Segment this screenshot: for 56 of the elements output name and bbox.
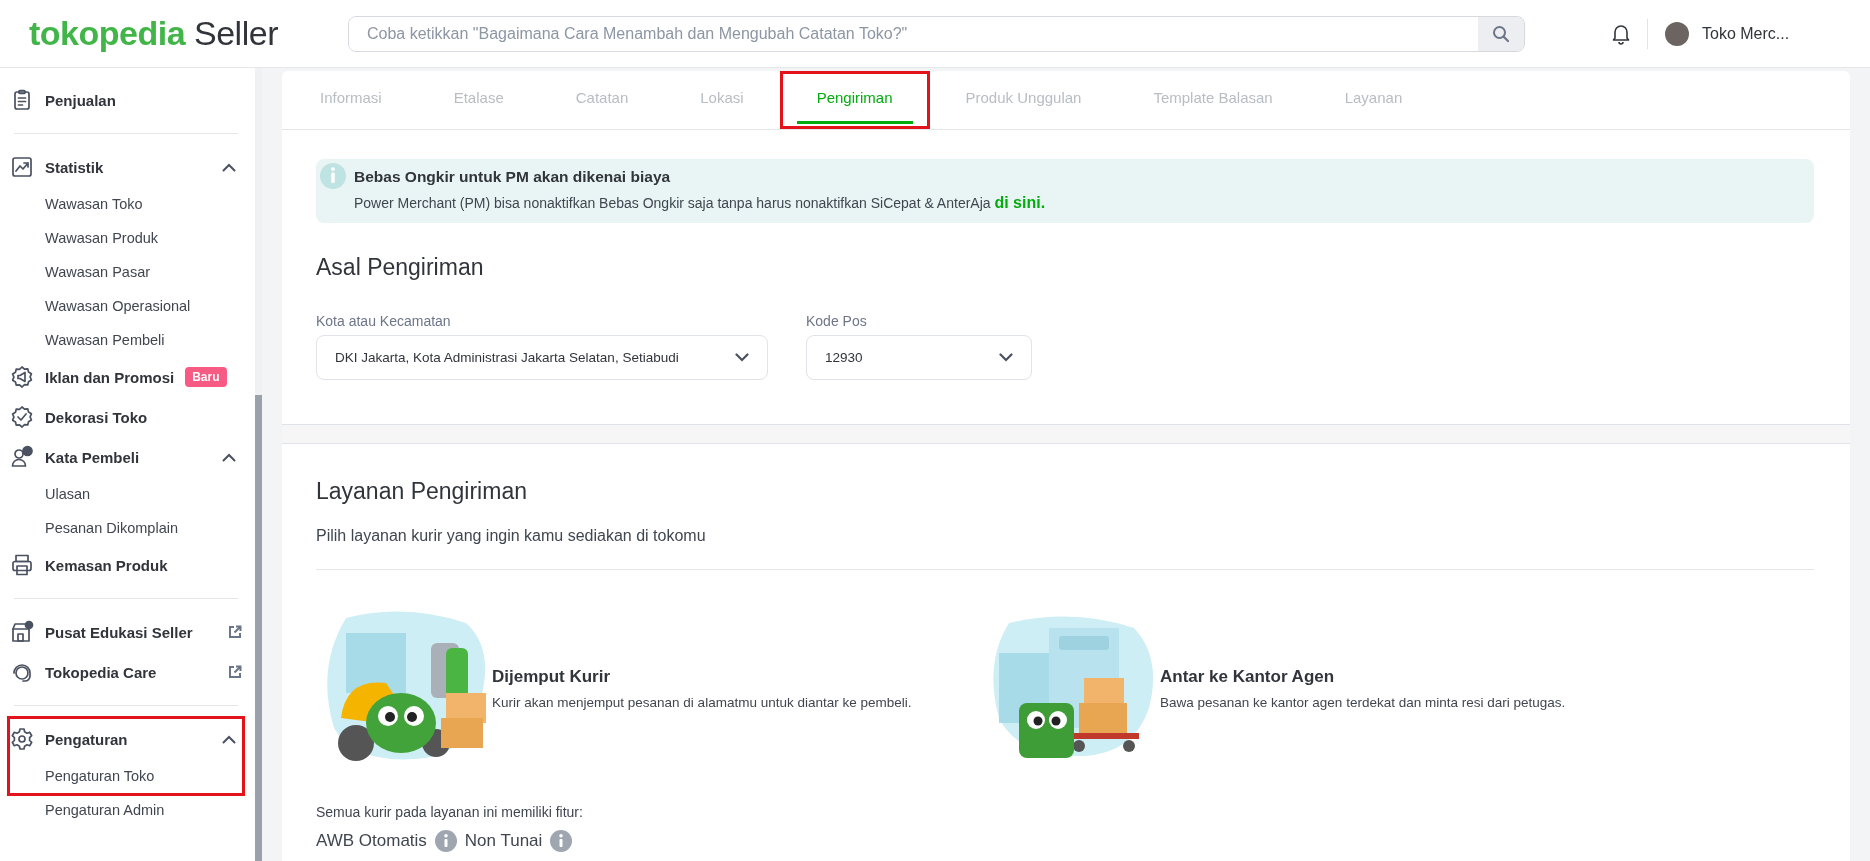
- service-title: Antar ke Kantor Agen: [1160, 666, 1336, 687]
- feature-label: Non Tunai: [464, 831, 543, 851]
- banner-title: Bebas Ongkir untuk PM akan dikenai biaya: [354, 168, 672, 186]
- megaphone-icon: [10, 365, 34, 389]
- sidebar-subitem[interactable]: Wawasan Pasar: [10, 255, 242, 289]
- sidebar-subitem[interactable]: Pengaturan Admin: [10, 793, 242, 827]
- sidebar-subitem[interactable]: Pesanan Dikomplain: [10, 511, 242, 545]
- shop-name[interactable]: Toko Merc...: [1702, 24, 1790, 43]
- sidebar-item[interactable]: Tokopedia Care: [10, 652, 242, 692]
- service-description: Bawa pesanan ke kantor agen terdekat dan minta resi dari petugas.: [1160, 694, 1566, 710]
- sidebar-subitem[interactable]: Pengaturan Toko: [10, 759, 242, 793]
- notification-bell-icon[interactable]: [1611, 22, 1631, 45]
- sidebar-item[interactable]: Pusat Edukasi Seller: [10, 612, 242, 652]
- search-button[interactable]: [1478, 16, 1524, 51]
- chat-icon: [10, 445, 34, 469]
- feature-label: AWB Otomatis: [316, 831, 427, 851]
- sidebar-subitem[interactable]: Wawasan Toko: [10, 187, 242, 221]
- sidebar-item[interactable]: Kata Pembeli: [10, 437, 242, 477]
- chevron-down-icon: [999, 353, 1013, 362]
- chart-icon: [10, 155, 34, 179]
- chevron-up-icon[interactable]: [222, 162, 236, 172]
- printer-icon: [10, 553, 34, 577]
- sidebar-subitem[interactable]: Wawasan Operasional: [10, 289, 242, 323]
- info-icon: [320, 163, 346, 189]
- badge-icon: [10, 405, 34, 429]
- search-icon: [1492, 24, 1510, 43]
- section-heading: Asal Pengiriman: [316, 254, 485, 281]
- chevron-down-icon: [735, 353, 749, 362]
- avatar[interactable]: [1665, 21, 1689, 46]
- sidebar-item[interactable]: Dekorasi Toko: [10, 397, 242, 437]
- sidebar-item[interactable]: Statistik: [10, 147, 242, 187]
- service-title: Dijemput Kurir: [492, 666, 612, 687]
- sidebar-item[interactable]: Pengaturan: [10, 719, 242, 759]
- scrollbar[interactable]: [255, 68, 262, 861]
- section-subtitle: Pilih layanan kurir yang ingin kamu sediakan di tokomu: [316, 527, 707, 545]
- features-intro: Semua kurir pada layanan ini memiliki fitur:: [316, 804, 584, 820]
- store-icon: [10, 620, 34, 644]
- gear-icon: [10, 727, 34, 751]
- new-badge: Baru: [185, 367, 227, 387]
- sidebar-item[interactable]: Kemasan Produk: [10, 545, 242, 585]
- chevron-up-icon[interactable]: [222, 734, 236, 744]
- logo[interactable]: tokopedia Seller: [0, 14, 348, 53]
- sidebar-item[interactable]: Iklan dan Promosi Baru: [10, 357, 242, 397]
- sidebar-subitem[interactable]: Wawasan Produk: [10, 221, 242, 255]
- field-label: Kode Pos: [806, 313, 868, 329]
- sidebar-subitem[interactable]: Ulasan: [10, 477, 242, 511]
- banner-text: Power Merchant (PM) bisa nonaktifkan Bebas Ongkir saja tanpa harus nonaktifkan SiCepat & AnterAja di sini.: [354, 194, 1047, 212]
- search-field[interactable]: Coba ketikkan "Bagaimana Cara Menambah dan Mengubah Catatan Toko?": [348, 15, 1525, 52]
- dropdown-field[interactable]: DKI Jakarta, Kota Administrasi Jakarta Selatan, Setiabudi: [316, 335, 768, 380]
- service-description: Kurir akan menjemput pesanan di alamatmu untuk diantar ke pembeli.: [492, 694, 912, 710]
- dropdown-field[interactable]: 12930: [806, 335, 1032, 380]
- section-heading: Layanan Pengiriman: [316, 478, 528, 505]
- sidebar-subitem[interactable]: Wawasan Pembeli: [10, 323, 242, 357]
- field-label: Kota atau Kecamatan: [316, 313, 452, 329]
- sidebar-item[interactable]: Penjualan: [10, 80, 242, 120]
- chevron-up-icon[interactable]: [222, 452, 236, 462]
